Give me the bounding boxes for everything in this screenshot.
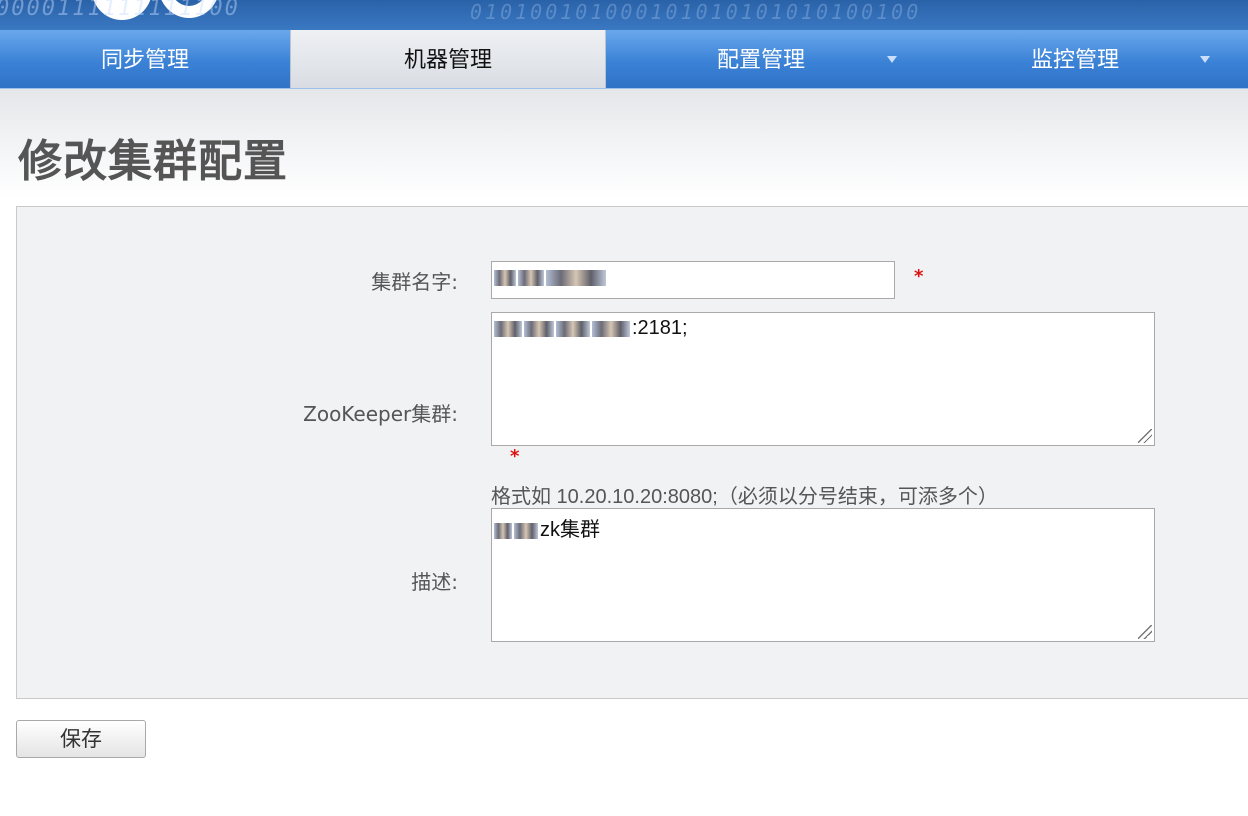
redacted-text [494, 269, 516, 286]
tab-config-management[interactable]: 配置管理 [604, 30, 918, 88]
resize-grip-icon[interactable] [1138, 625, 1152, 639]
description-textarea[interactable]: zk集群 [491, 508, 1155, 642]
tab-label: 配置管理 [716, 48, 805, 73]
save-button[interactable]: 保存 [16, 720, 146, 758]
banner-binary-left: 0000111111111100 [0, 0, 240, 21]
required-mark: * [510, 446, 520, 467]
tab-sync-management[interactable]: 同步管理 [0, 30, 290, 88]
required-mark: * [914, 266, 924, 287]
description-value: zk集群 [540, 519, 600, 541]
chevron-down-icon[interactable] [887, 56, 897, 63]
main-nav: 同步管理 机器管理 配置管理 监控管理 [0, 30, 1248, 89]
tab-label: 监控管理 [1030, 48, 1119, 73]
tab-machine-management[interactable]: 机器管理 [290, 30, 606, 88]
zookeeper-value: :2181; [632, 317, 688, 339]
zookeeper-label: ZooKeeper集群: [303, 402, 458, 426]
tab-label: 机器管理 [403, 48, 492, 73]
redacted-text [592, 320, 630, 337]
redacted-text [494, 320, 522, 337]
zookeeper-textarea[interactable]: :2181; [491, 312, 1155, 446]
page-title: 修改集群配置 [18, 136, 288, 187]
title-area: 修改集群配置 [0, 89, 1248, 199]
redacted-text [518, 269, 544, 286]
resize-grip-icon[interactable] [1138, 429, 1152, 443]
top-banner: 0000111111111100 01010010100010101010101… [0, 0, 1248, 30]
cluster-name-input[interactable] [491, 261, 895, 299]
redacted-text [514, 522, 538, 539]
redacted-text [556, 320, 590, 337]
tab-label: 同步管理 [100, 48, 189, 73]
redacted-text [524, 320, 554, 337]
redacted-text [494, 522, 512, 539]
banner-binary-right: 010100101000101010101010100100 [470, 0, 922, 24]
zookeeper-format-hint: 格式如 10.20.10.20:8080;（必须以分号结束，可添多个） [491, 486, 998, 508]
cluster-name-label: 集群名字: [371, 270, 458, 294]
tab-monitor-management[interactable]: 监控管理 [918, 30, 1232, 88]
description-label: 描述: [411, 570, 458, 594]
redacted-text [546, 269, 606, 286]
chevron-down-icon[interactable] [1200, 56, 1210, 63]
